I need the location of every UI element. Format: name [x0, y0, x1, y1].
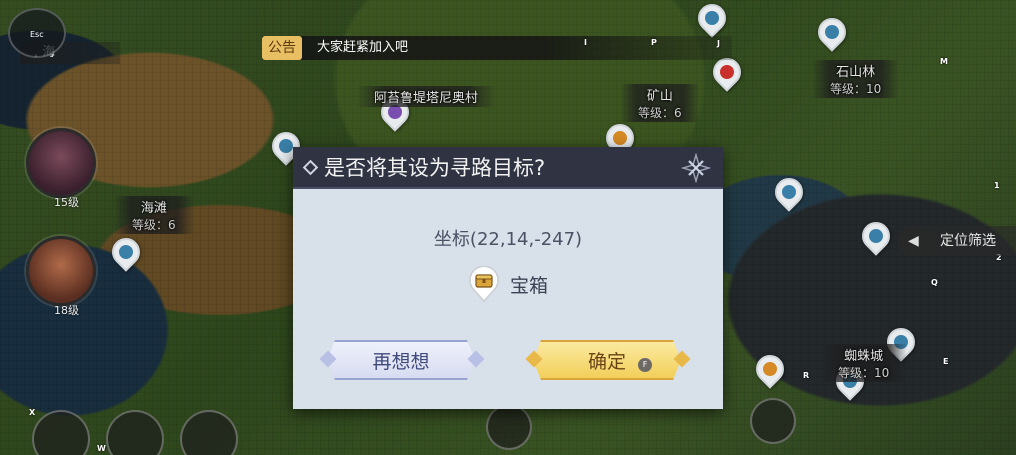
announcement-tag: 公告 — [262, 36, 302, 60]
close-button[interactable] — [679, 151, 713, 185]
coordinates-text: 坐标(22,14,-247) — [433, 229, 583, 250]
filter-label: 定位筛选 — [940, 233, 996, 249]
map-label-stone-forest: 石山林 等级：10 — [812, 60, 900, 98]
treasure-chest-icon — [468, 265, 500, 303]
target-name: 宝箱 — [509, 274, 548, 297]
map-label-beach: 海滩 等级：6 — [114, 196, 194, 234]
cancel-label: 再想想 — [372, 350, 430, 373]
cancel-button[interactable]: 再想想 — [327, 340, 475, 380]
dialog-title: 是否将其设为寻路目标? — [324, 156, 546, 180]
key-hint-e: E — [943, 357, 949, 366]
dialog-header: 是否将其设为寻路目标? — [293, 147, 723, 189]
key-hint-i: I — [584, 38, 587, 47]
close-icon — [681, 153, 711, 183]
esc-button[interactable]: Esc — [8, 8, 66, 58]
diamond-icon — [302, 159, 319, 176]
map-label-spider-castle: 蜘蛛城 等级：10 — [820, 344, 908, 382]
key-hint-r: R — [803, 371, 810, 380]
key-hint-w: W — [97, 444, 106, 453]
avatar[interactable] — [26, 236, 96, 306]
confirm-label: 确定 — [587, 350, 626, 373]
announcement-bar: 公告 大家赶紧加入吧 — [262, 36, 732, 60]
set-navigation-target-dialog: 是否将其设为寻路目标? 坐标(22,14,-247) 宝箱 再想想 确定 F — [293, 147, 723, 409]
key-hint-j: J — [717, 39, 720, 48]
location-filter-button[interactable]: ◀ 定位筛选 — [898, 226, 1016, 256]
player-marker-icon[interactable] — [486, 404, 532, 450]
avatar[interactable] — [26, 128, 96, 198]
key-hint-1: 1 — [994, 181, 1000, 190]
avatar-level: 18级 — [54, 304, 79, 317]
target-row: 宝箱 — [293, 264, 723, 304]
avatar-level: 15级 — [54, 196, 79, 209]
key-hint-esc: Esc — [30, 30, 44, 39]
key-hint-p: P — [651, 38, 657, 47]
announcement-text: 大家赶紧加入吧 — [317, 40, 409, 55]
map-label-mine: 矿山 等级：6 — [620, 84, 700, 122]
key-hint-q: Q — [931, 278, 938, 287]
key-hint-f: F — [638, 358, 652, 372]
confirm-button[interactable]: 确定 — [533, 340, 681, 380]
map-marker-icon[interactable] — [750, 398, 796, 444]
map-label-village: 阿苔鲁堤塔尼奥村 — [356, 86, 497, 107]
filter-arrow-icon: ◀ — [908, 233, 919, 249]
key-hint-x: X — [29, 408, 36, 417]
key-hint-m: M — [940, 57, 948, 66]
